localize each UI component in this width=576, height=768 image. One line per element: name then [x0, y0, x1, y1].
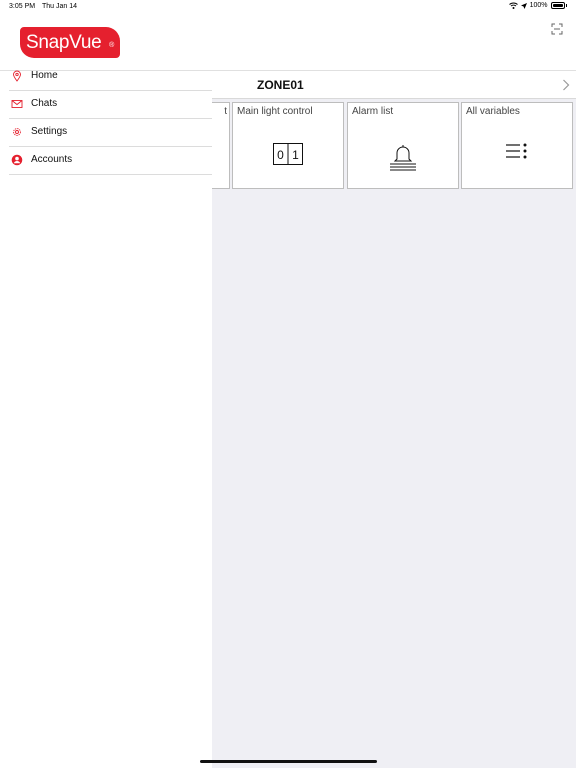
zone-title: ZONE01	[257, 78, 304, 92]
chevron-right-icon[interactable]	[562, 79, 570, 91]
logo-text: SnapVue	[26, 32, 102, 53]
drawer-item-accounts[interactable]: Accounts	[9, 147, 212, 175]
envelope-icon	[11, 100, 23, 108]
tile-label: t	[224, 106, 227, 117]
location-arrow-icon	[520, 2, 527, 9]
tile-label: All variables	[466, 106, 520, 117]
battery-icon	[550, 2, 565, 9]
status-bar: 3:05 PM Thu Jan 14 100%	[0, 0, 576, 14]
switch-on-text: 1	[292, 148, 299, 162]
battery-nub	[565, 4, 567, 7]
battery-percent: 100%	[529, 2, 548, 9]
snapvue-logo: SnapVue ®	[20, 27, 120, 58]
tile-alarm-list[interactable]: Alarm list	[347, 102, 459, 189]
fullscreen-icon[interactable]	[551, 23, 563, 35]
tile-all-variables[interactable]: All variables	[461, 102, 573, 189]
tile-main-light-control[interactable]: Main light control 0 1	[232, 102, 344, 189]
status-date: Thu Jan 14	[42, 3, 78, 10]
logo-mark: ®	[109, 42, 114, 49]
home-indicator[interactable]	[200, 760, 377, 763]
drawer-item-label: Chats	[31, 98, 58, 109]
drawer-item-label: Settings	[31, 126, 68, 137]
drawer-item-label: Home	[31, 70, 58, 81]
zone-bar[interactable]: ZONE01	[212, 72, 576, 99]
main-content: t Main light control 0 1 Alarm list All …	[202, 99, 576, 768]
tile-label: Main light control	[237, 106, 313, 117]
side-drawer: Home Chats Settings Accounts	[0, 70, 212, 768]
tile-label: Alarm list	[352, 106, 394, 117]
list-icon	[506, 143, 527, 159]
wifi-icon	[508, 2, 518, 9]
drawer-item-chats[interactable]: Chats	[9, 91, 212, 119]
user-circle-icon	[11, 154, 23, 166]
gear-icon	[13, 128, 21, 136]
drawer-item-label: Accounts	[31, 154, 73, 165]
switch-off-text: 0	[277, 148, 284, 162]
drawer-item-home[interactable]: Home	[9, 63, 212, 91]
switch-01-icon: 0 1	[273, 143, 303, 165]
status-time: 3:05 PM	[9, 3, 36, 10]
drawer-item-settings[interactable]: Settings	[9, 119, 212, 147]
bell-icon	[390, 145, 416, 171]
status-right: 100%	[508, 2, 567, 9]
location-pin-icon	[13, 70, 21, 82]
